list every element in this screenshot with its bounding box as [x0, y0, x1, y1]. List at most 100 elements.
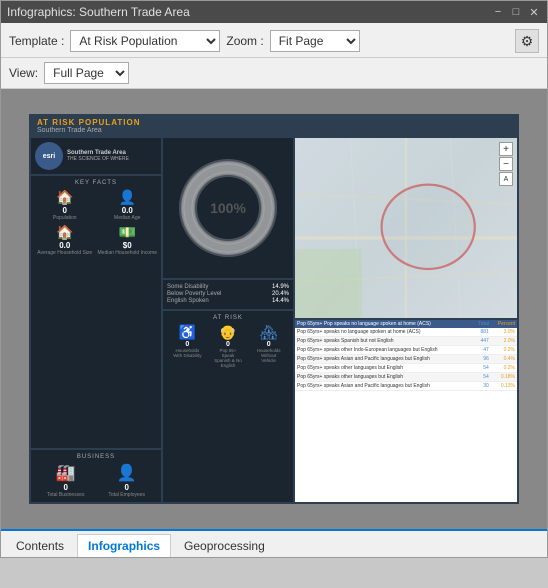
income-value: $0: [123, 241, 132, 250]
language-table: Pop 65yrs+ Pop speaks no language spoken…: [295, 320, 517, 391]
at-risk-icons: ♿ 0 Households With Disability 👴 0 Pop 6…: [167, 324, 289, 368]
business-icon: 🏭: [56, 463, 76, 483]
infographic-preview: AT RISK POPULATION Southern Trade Area e…: [29, 114, 519, 504]
median-age-label: Median Age: [114, 215, 140, 221]
household-size-icon: 🏠: [56, 224, 73, 241]
map-mode-button[interactable]: A: [499, 172, 513, 186]
zoom-label: Zoom :: [226, 34, 263, 48]
toolbar-row2: View: Full Page Mode: [1, 58, 547, 89]
at-risk-disability: ♿ 0 Households With Disability: [172, 324, 202, 368]
at-risk-no-vehicle-value: 0: [267, 341, 271, 348]
at-risk-label: AT RISK: [167, 315, 289, 321]
row-percent: 0.2%: [491, 364, 517, 373]
bottom-tabs: Contents Infographics Geoprocessing: [1, 529, 547, 557]
map-roads-svg: [295, 138, 517, 318]
left-column: esri Southern Trade Area THE SCIENCE OF …: [31, 138, 161, 502]
at-risk-no-vehicle: 🏘 0 Households Without Vehicle: [254, 324, 284, 368]
disability-label: Some Disability: [167, 284, 208, 290]
businesses-value: 0: [63, 483, 67, 492]
settings-button[interactable]: ⚙: [515, 29, 539, 53]
employees-value: 0: [124, 483, 128, 492]
panel-title: Infographics: Southern Trade Area: [7, 5, 190, 19]
esri-info: Southern Trade Area THE SCIENCE OF WHERE: [67, 150, 129, 163]
population-label: Population: [53, 215, 77, 221]
table-row: Pop 65yrs+ speaks other languages but En…: [295, 364, 517, 373]
template-select[interactable]: At Risk Population: [70, 30, 220, 52]
row-description: Pop 65yrs+ speaks Asian and Pacific lang…: [295, 382, 473, 391]
infographic-header: AT RISK POPULATION Southern Trade Area: [29, 114, 519, 136]
english-label: English Spoken: [167, 298, 209, 304]
view-select[interactable]: Full Page Mode: [44, 62, 129, 84]
view-label: View:: [9, 66, 38, 80]
map-box: + − A: [295, 138, 517, 318]
fact-income: 💵 $0 Median Household Income: [98, 224, 158, 256]
at-risk-spanish-label: Pop 65+ Speak Spanish & No English: [213, 348, 243, 368]
business-label: BUSINESS: [35, 454, 157, 460]
row-total: 447: [473, 337, 491, 346]
row-description: Pop 65yrs+ speaks no language spoken at …: [295, 328, 473, 337]
disability-value: 14.9%: [272, 284, 289, 290]
table-header-total: Total: [473, 320, 491, 328]
table-header-description: Pop 65yrs+ Pop speaks no language spoken…: [295, 320, 473, 328]
southern-trade-label: Southern Trade Area: [67, 150, 129, 156]
minimize-button[interactable]: −: [491, 6, 505, 18]
business-box: BUSINESS 🏭 0 Total Businesses 👤 0 Total …: [31, 450, 161, 502]
tab-infographics[interactable]: Infographics: [77, 534, 171, 557]
at-risk-disability-label: Households With Disability: [172, 348, 202, 358]
donut-percentage: 100%: [210, 200, 246, 216]
stats-box: Some Disability 14.9% Below Poverty Leve…: [163, 280, 293, 309]
fact-population: 🏠 0 Population: [35, 189, 95, 221]
income-label: Median Household Income: [98, 250, 157, 256]
business-icons: 🏭 0 Total Businesses 👤 0 Total Employees: [35, 463, 157, 498]
row-percent: 0.13%: [491, 382, 517, 391]
employees-icon: 👤: [117, 463, 137, 483]
tab-geoprocessing[interactable]: Geoprocessing: [173, 534, 276, 557]
data-table-box: Pop 65yrs+ Pop speaks no language spoken…: [295, 320, 517, 502]
row-total: 54: [473, 364, 491, 373]
row-total: 54: [473, 373, 491, 382]
at-risk-spanish: 👴 0 Pop 65+ Speak Spanish & No English: [213, 324, 243, 368]
row-description: Pop 65yrs+ speaks other Indo-European la…: [295, 346, 473, 355]
facts-grid: 🏠 0 Population 👤 0.0 Median Age 🏠: [35, 189, 157, 256]
infographic-body: esri Southern Trade Area THE SCIENCE OF …: [29, 136, 519, 504]
key-facts-box: KEY FACTS 🏠 0 Population 👤 0.0 Median Ag…: [31, 176, 161, 448]
english-value: 14.4%: [272, 298, 289, 304]
table-row: Pop 65yrs+ speaks no language spoken at …: [295, 328, 517, 337]
zoom-out-button[interactable]: −: [499, 157, 513, 171]
total-businesses: 🏭 0 Total Businesses: [47, 463, 85, 498]
tab-contents[interactable]: Contents: [5, 534, 75, 557]
total-employees: 👤 0 Total Employees: [108, 463, 145, 498]
donut-chart-box: 100%: [163, 138, 293, 278]
stat-row-disability: Some Disability 14.9%: [167, 284, 289, 290]
infographic-subtitle: Southern Trade Area: [37, 127, 511, 134]
at-risk-disability-value: 0: [185, 341, 189, 348]
employees-label: Total Employees: [108, 492, 145, 498]
row-description: Pop 65yrs+ speaks other languages but En…: [295, 373, 473, 382]
population-value: 0: [63, 206, 67, 215]
median-age-value: 0.0: [122, 206, 133, 215]
key-facts-label: KEY FACTS: [35, 180, 157, 186]
esri-tagline: THE SCIENCE OF WHERE: [67, 156, 129, 163]
row-total: 47: [473, 346, 491, 355]
title-bar-controls: − □ ✕: [491, 6, 541, 19]
zoom-in-button[interactable]: +: [499, 142, 513, 156]
map-background: [295, 138, 517, 318]
household-size-label: Average Household Size: [37, 250, 92, 256]
household-size-value: 0.0: [59, 241, 70, 250]
close-button[interactable]: ✕: [527, 6, 541, 19]
zoom-select[interactable]: Fit Page: [270, 30, 360, 52]
table-row: Pop 65yrs+ speaks other Indo-European la…: [295, 346, 517, 355]
row-total: 881: [473, 328, 491, 337]
gear-icon: ⚙: [521, 33, 534, 50]
no-vehicle-icon: 🏘: [260, 324, 278, 341]
donut-container: 100%: [173, 153, 283, 263]
infographic-title: AT RISK POPULATION: [37, 118, 511, 127]
maximize-button[interactable]: □: [509, 6, 523, 18]
template-label: Template :: [9, 34, 64, 48]
senior-icon: 👴: [219, 324, 236, 341]
table-row: Pop 65yrs+ speaks Spanish but not Englis…: [295, 337, 517, 346]
map-controls: + − A: [499, 142, 513, 186]
right-column: + − A Pop 65yrs+ Pop speaks no language …: [295, 138, 517, 502]
poverty-value: 20.4%: [272, 291, 289, 297]
stat-row-english: English Spoken 14.4%: [167, 298, 289, 304]
